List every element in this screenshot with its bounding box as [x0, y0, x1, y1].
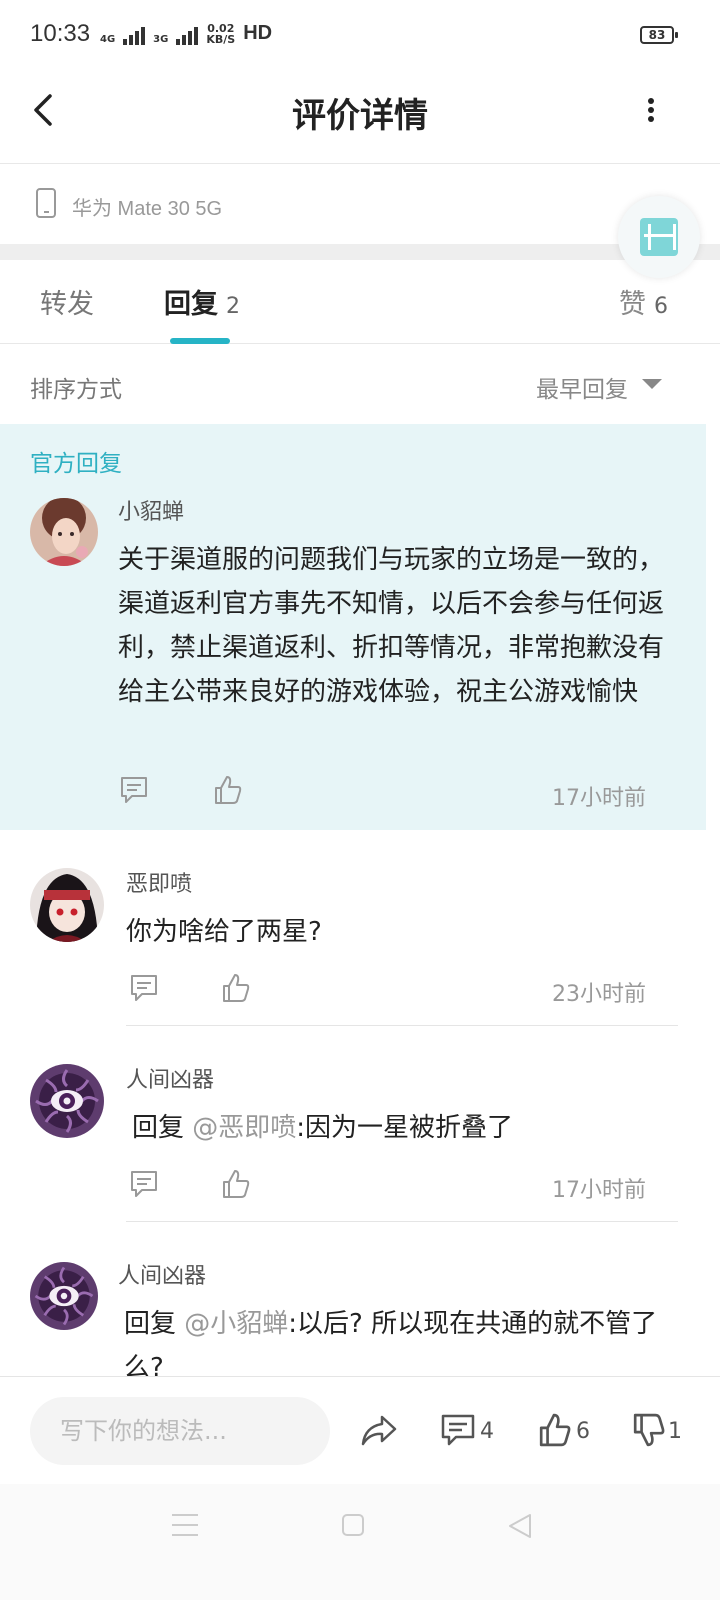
comment-input[interactable] [30, 1397, 330, 1465]
network-indicators: 4G 3G 0.02 KB/S HD [100, 22, 272, 45]
share-icon[interactable] [360, 1413, 398, 1447]
like-count: 6 [576, 1419, 590, 1444]
mention-link[interactable]: @恶即喷 [192, 1113, 296, 1143]
home-icon[interactable] [342, 1514, 364, 1536]
thumbs-down-icon[interactable] [632, 1413, 666, 1447]
cube-icon [640, 218, 678, 256]
caret-down-icon[interactable] [642, 379, 662, 389]
comment-text: 回复 @恶即喷:因为一星被折叠了 [132, 1106, 678, 1150]
avatar-image [30, 1064, 104, 1138]
comment-icon[interactable] [128, 972, 160, 1004]
header: 评价详情 [0, 72, 720, 164]
reply-prefix: 回复 [132, 1113, 185, 1143]
avatar-image [30, 1262, 98, 1330]
thumbs-up-icon[interactable] [220, 972, 252, 1004]
tab-like-count: 6 [654, 294, 668, 319]
avatar-image [30, 868, 104, 942]
comment-icon[interactable] [128, 1168, 160, 1200]
official-tag: 官方回复 [30, 451, 122, 477]
thumbs-up-icon[interactable] [212, 774, 244, 806]
back-triangle-icon[interactable] [506, 1512, 534, 1540]
more-vertical-icon [648, 98, 654, 104]
net-speed-unit: KB/S [206, 33, 236, 46]
mention-link[interactable]: @小貂蝉 [184, 1309, 288, 1339]
hd-badge: HD [243, 22, 273, 44]
sort-dropdown[interactable]: 最早回复 [536, 370, 628, 404]
tab-like[interactable]: 赞6 [619, 282, 668, 321]
signal-icon-2 [176, 25, 199, 45]
sort-row: 排序方式 最早回复 [0, 344, 720, 424]
tab-reply-count: 2 [226, 294, 240, 319]
device-row: 华为 Mate 30 5G [0, 164, 720, 244]
status-time: 10:33 [30, 20, 91, 47]
comment-time: 17小时前 [552, 1178, 646, 1203]
bottom-action-bar: 4 6 1 [0, 1376, 720, 1484]
avatar-image [30, 498, 98, 566]
user-name[interactable]: 恶即喷 [126, 866, 192, 898]
reply-text: :因为一星被折叠了 [296, 1113, 514, 1143]
phone-icon [36, 188, 56, 218]
tab-forward-label: 转发 [40, 289, 94, 320]
comment-icon[interactable] [118, 774, 150, 806]
battery-icon: 83 [640, 26, 678, 44]
comment-time: 23小时前 [552, 982, 646, 1007]
more-button[interactable] [636, 92, 666, 128]
status-bar: 10:33 4G 3G 0.02 KB/S HD 83 [0, 0, 720, 72]
comment-divider [126, 1221, 678, 1222]
device-name: 华为 Mate 30 5G [72, 198, 223, 220]
comment-text: 回复 @小貂蝉:以后? 所以现在共通的就不管了么? [124, 1302, 664, 1376]
avatar[interactable] [30, 1262, 98, 1330]
comment-icon[interactable] [440, 1413, 476, 1447]
comment-count: 4 [480, 1419, 494, 1444]
signal-icon [123, 25, 146, 45]
comment-text: 关于渠道服的问题我们与玩家的立场是一致的，渠道返利官方事先不知情，以后不会参与任… [118, 545, 665, 707]
user-name[interactable]: 人间凶器 [126, 1062, 214, 1094]
tab-bar: 转发 回复 2 赞6 [0, 260, 720, 344]
menu-icon[interactable] [172, 1514, 198, 1536]
comment-divider [126, 1025, 678, 1026]
official-reply: 官方回复 小貂蝉 关于渠道服的问题我们与玩家的立场是一致的，渠道返利官方事先不知… [0, 424, 706, 830]
user-name[interactable]: 小貂蝉 [118, 494, 184, 526]
page-title: 评价详情 [292, 96, 428, 136]
tab-reply[interactable]: 回复 2 [164, 282, 240, 321]
reply-prefix: 回复 [124, 1309, 177, 1339]
dislike-count: 1 [668, 1419, 682, 1444]
net-type-1: 4G [100, 34, 116, 45]
avatar[interactable] [30, 868, 104, 942]
tab-like-label: 赞 [619, 289, 646, 320]
net-speed: 0.02 KB/S [206, 23, 235, 45]
floating-cube-button[interactable] [618, 196, 700, 278]
avatar[interactable] [30, 1064, 104, 1138]
net-type-2: 3G [153, 34, 169, 45]
system-nav-bar [0, 1484, 720, 1600]
comment-text: 你为啥给了两星? [126, 917, 322, 947]
sort-label: 排序方式 [30, 377, 122, 403]
thumbs-up-icon[interactable] [538, 1413, 572, 1447]
tab-forward[interactable]: 转发 [40, 282, 94, 321]
tab-reply-label: 回复 [164, 289, 218, 320]
avatar[interactable] [30, 498, 98, 566]
comment-time: 17小时前 [552, 786, 646, 811]
user-name[interactable]: 人间凶器 [118, 1258, 206, 1290]
thumbs-up-icon[interactable] [220, 1168, 252, 1200]
section-divider [0, 244, 720, 260]
